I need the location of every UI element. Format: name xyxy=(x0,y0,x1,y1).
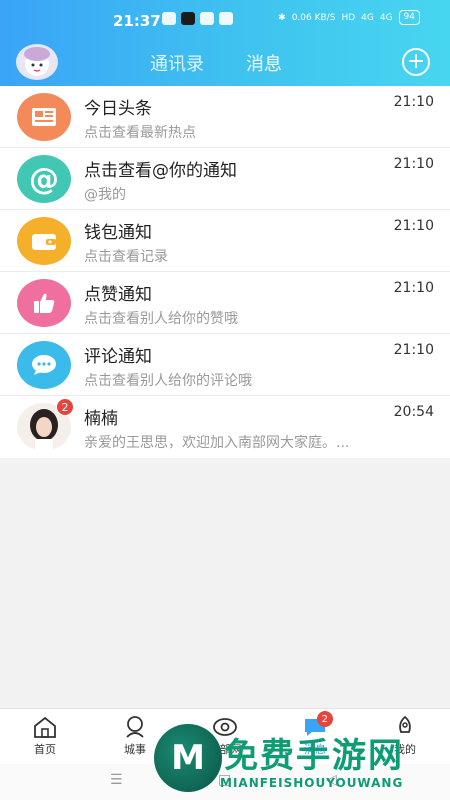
menu-icon[interactable]: ☰ xyxy=(110,772,123,788)
battery-indicator: 94 xyxy=(398,10,420,25)
list-item[interactable]: @ 点击查看@你的通知 @我的 21:10 xyxy=(0,148,450,210)
wallet-icon xyxy=(17,217,71,265)
nav-label: 城事 xyxy=(124,743,146,756)
tab-contacts[interactable]: 通讯录 xyxy=(150,50,204,84)
city-icon xyxy=(126,716,144,738)
add-button[interactable]: + xyxy=(402,48,430,76)
home-icon xyxy=(34,716,56,738)
item-time: 21:10 xyxy=(393,94,434,110)
item-time: 21:10 xyxy=(393,156,434,172)
header-tabs: 通讯录 消息 xyxy=(150,50,286,90)
network-speed: 0.06 KB/S xyxy=(291,12,336,23)
comment-icon xyxy=(17,341,71,389)
signal-4g-2: 4G xyxy=(379,12,393,23)
soul-app-icon xyxy=(181,12,195,25)
item-title: 楠楠 xyxy=(84,409,118,429)
camera-app-icon xyxy=(200,12,214,25)
notification-icons xyxy=(162,12,233,25)
item-subtitle: 点击查看别人给你的评论哦 xyxy=(84,373,252,389)
list-item[interactable]: 今日头条 点击查看最新热点 21:10 xyxy=(0,86,450,148)
status-right: ✱ 0.06 KB/S HD 4G 4G 94 xyxy=(278,10,420,25)
item-time: 21:10 xyxy=(393,218,434,234)
cartoon-avatar-icon xyxy=(24,47,50,76)
unread-badge: 2 xyxy=(56,398,74,416)
status-bar: 21:37 ✱ 0.06 KB/S HD 4G 4G 94 xyxy=(0,0,450,40)
item-time: 21:10 xyxy=(393,280,434,296)
status-time: 21:37 xyxy=(113,12,161,30)
item-title: 点击查看@你的通知 xyxy=(84,161,237,181)
item-subtitle: 点击查看记录 xyxy=(84,249,168,265)
item-subtitle: @我的 xyxy=(84,187,126,203)
list-item[interactable]: 2 楠楠 亲爱的王思思，欢迎加入南部网大家庭。... 20:54 xyxy=(0,396,450,458)
watermark-subtitle: MIANFEISHOUYOUWANG xyxy=(220,776,404,790)
list-item[interactable]: 评论通知 点击查看别人给你的评论哦 21:10 xyxy=(0,334,450,396)
at-icon: @ xyxy=(17,155,71,203)
item-time: 21:10 xyxy=(393,342,434,358)
item-subtitle: 点击查看最新热点 xyxy=(84,125,196,141)
item-title: 钱包通知 xyxy=(84,223,152,243)
list-item[interactable]: 钱包通知 点击查看记录 21:10 xyxy=(0,210,450,272)
item-title: 今日头条 xyxy=(84,99,152,119)
item-time: 20:54 xyxy=(393,404,434,420)
user-avatar[interactable] xyxy=(16,44,58,80)
item-title: 评论通知 xyxy=(84,347,152,367)
bluetooth-icon: ✱ xyxy=(278,12,286,23)
plus-circle-icon: + xyxy=(406,49,426,74)
app-header: 21:37 ✱ 0.06 KB/S HD 4G 4G 94 通讯录 消息 + xyxy=(0,0,450,90)
thumbs-up-icon xyxy=(17,279,71,327)
item-subtitle: 亲爱的王思思，欢迎加入南部网大家庭。... xyxy=(84,435,350,451)
nav-home[interactable]: 首页 xyxy=(0,709,90,764)
item-title: 点赞通知 xyxy=(84,285,152,305)
watermark: M 免费手游网 MIANFEISHOUYOUWANG xyxy=(154,724,450,800)
list-item[interactable]: 点赞通知 点击查看别人给你的赞哦 21:10 xyxy=(0,272,450,334)
message-list: 今日头条 点击查看最新热点 21:10 @ 点击查看@你的通知 @我的 21:1… xyxy=(0,86,450,458)
newspaper-icon xyxy=(17,93,71,141)
item-subtitle: 点击查看别人给你的赞哦 xyxy=(84,311,238,327)
watermark-logo: M xyxy=(154,724,222,792)
signal-4g-1: 4G xyxy=(361,12,374,23)
chat-app-icon xyxy=(162,12,176,25)
hd-label: HD xyxy=(341,12,356,23)
tab-messages[interactable]: 消息 xyxy=(242,50,286,90)
flag-app-icon xyxy=(219,12,233,25)
watermark-title: 免费手游网 xyxy=(224,736,404,776)
nav-label: 首页 xyxy=(34,743,56,756)
